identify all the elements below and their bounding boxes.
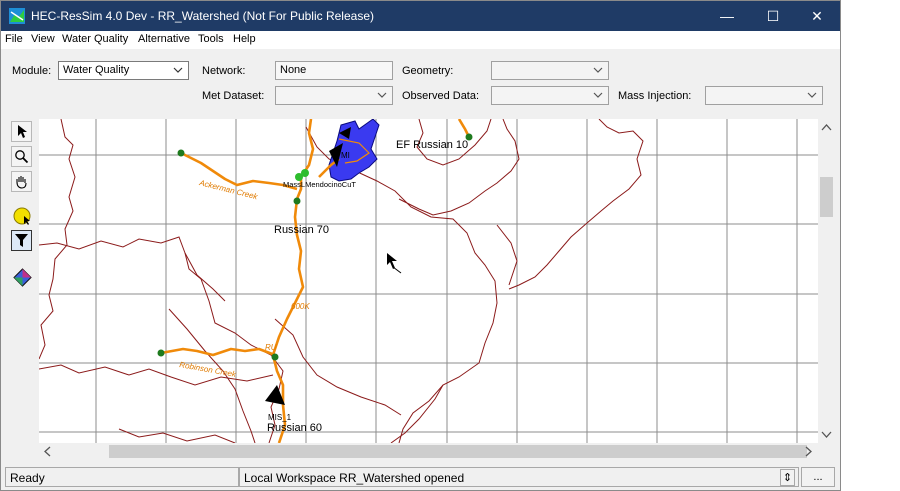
module-label: Module: xyxy=(12,65,52,77)
horizontal-scroll-thumb[interactable] xyxy=(109,445,807,458)
menu-tools[interactable]: Tools xyxy=(198,33,224,45)
window-title: HEC-ResSim 4.0 Dev - RR_Watershed (Not F… xyxy=(31,9,374,23)
label-mass-mendocino: MassLMendocinoCuT xyxy=(283,180,356,189)
junction-points xyxy=(157,133,473,361)
module-value: Water Quality xyxy=(63,64,130,76)
scroll-right-icon[interactable] xyxy=(805,446,813,457)
app-icon xyxy=(9,8,25,24)
network-value: None xyxy=(280,64,307,76)
module-select[interactable]: Water Quality xyxy=(58,61,189,80)
map-canvas[interactable]: EF Russian 10 MassLMendocinoCuT MI Russi… xyxy=(39,119,818,443)
map-grid xyxy=(39,119,818,443)
river-network xyxy=(160,119,471,443)
vertical-scrollbar[interactable] xyxy=(818,119,835,443)
arrow-cursor-icon xyxy=(18,125,27,138)
select-region-tool[interactable] xyxy=(11,205,32,226)
chevron-down-icon xyxy=(807,92,817,98)
mass-injection-label: Mass Injection: xyxy=(618,90,692,102)
menu-help[interactable]: Help xyxy=(233,33,256,45)
more-button[interactable]: ... xyxy=(801,467,835,487)
scroll-up-icon[interactable] xyxy=(821,123,832,131)
menu-file[interactable]: File xyxy=(5,33,23,45)
label-ef-russian: EF Russian 10 xyxy=(396,139,468,151)
menu-water-quality[interactable]: Water Quality xyxy=(62,33,128,45)
chevron-down-icon xyxy=(377,92,387,98)
layer-tool[interactable] xyxy=(11,266,32,287)
chevron-down-icon xyxy=(593,92,603,98)
status-ready-box: Ready xyxy=(5,467,239,487)
magnifier-icon xyxy=(15,150,29,164)
geometry-label: Geometry: xyxy=(402,65,454,77)
geometry-select[interactable] xyxy=(491,61,609,80)
region-select-icon xyxy=(13,207,31,225)
horizontal-scrollbar[interactable] xyxy=(39,443,818,460)
title-bar: HEC-ResSim 4.0 Dev - RR_Watershed (Not F… xyxy=(1,1,840,31)
met-dataset-select[interactable] xyxy=(275,86,393,105)
pointer-tool[interactable] xyxy=(11,121,32,142)
hand-icon xyxy=(16,176,27,189)
zoom-tool[interactable] xyxy=(11,146,32,167)
met-dataset-label: Met Dataset: xyxy=(202,90,265,102)
close-button[interactable]: ✕ xyxy=(794,1,840,31)
pan-tool[interactable] xyxy=(11,171,32,192)
maximize-button[interactable]: ☐ xyxy=(750,1,796,31)
scroll-left-icon[interactable] xyxy=(43,446,51,457)
scroll-down-icon[interactable] xyxy=(821,431,832,439)
network-label: Network: xyxy=(202,65,246,77)
label-600k: 600K xyxy=(291,302,310,311)
menu-alternative[interactable]: Alternative xyxy=(138,33,190,45)
network-field[interactable]: None xyxy=(275,61,393,80)
map-cursor-icon xyxy=(387,253,397,269)
menu-bar: File View Water Quality Alternative Tool… xyxy=(1,31,840,49)
mass-injection-select[interactable] xyxy=(705,86,823,105)
diamond-icon xyxy=(13,268,32,287)
label-mi: MI xyxy=(341,151,350,160)
minimize-button[interactable]: — xyxy=(704,1,750,31)
filter-tool[interactable] xyxy=(11,230,32,251)
chevron-down-icon xyxy=(593,67,603,73)
funnel-icon xyxy=(15,234,28,247)
label-ru: RU xyxy=(265,343,277,352)
status-ready: Ready xyxy=(10,471,45,485)
label-russian-60: Russian 60 xyxy=(267,422,322,434)
app-window: HEC-ResSim 4.0 Dev - RR_Watershed (Not F… xyxy=(0,0,841,491)
label-mis: MIS_1 xyxy=(268,413,292,422)
vertical-scroll-thumb[interactable] xyxy=(820,177,833,217)
status-message-box: Local Workspace RR_Watershed opened xyxy=(239,467,799,487)
status-message: Local Workspace RR_Watershed opened xyxy=(244,471,465,485)
menu-view[interactable]: View xyxy=(31,33,55,45)
observed-data-label: Observed Data: xyxy=(402,90,480,102)
label-russian-70: Russian 70 xyxy=(274,224,329,236)
observed-data-select[interactable] xyxy=(491,86,609,105)
status-spinner[interactable]: ⇕ xyxy=(780,469,795,486)
watershed-map: EF Russian 10 MassLMendocinoCuT MI Russi… xyxy=(39,119,818,443)
chevron-down-icon xyxy=(173,67,183,73)
